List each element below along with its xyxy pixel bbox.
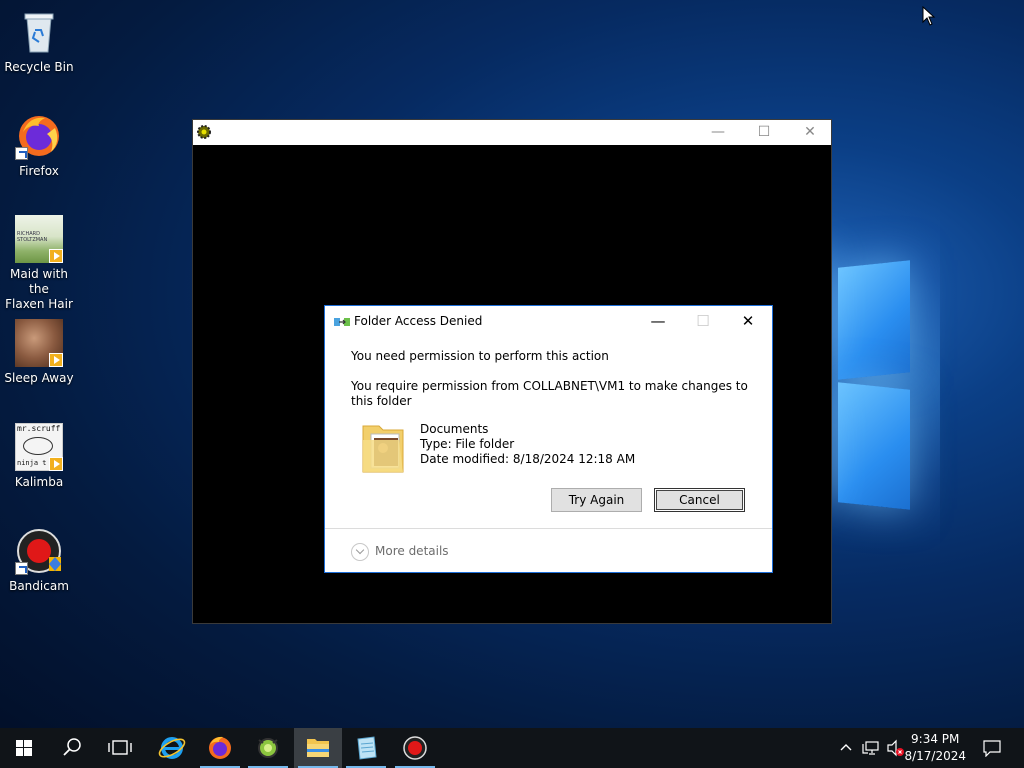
green-app-icon xyxy=(258,738,278,758)
folder-icon xyxy=(361,418,405,476)
file-move-icon xyxy=(334,316,350,328)
desktop-icon-recycle-bin[interactable]: Recycle Bin xyxy=(0,8,78,75)
start-button[interactable] xyxy=(0,728,48,768)
dialog-minimize-button[interactable]: — xyxy=(636,308,680,334)
taskbar-firefox[interactable] xyxy=(196,728,244,768)
task-view-icon xyxy=(108,740,132,755)
desktop-icon-label: Recycle Bin xyxy=(4,60,74,74)
taskbar-bandicam[interactable] xyxy=(391,728,439,768)
search-icon xyxy=(63,738,81,756)
desktop-icon-firefox[interactable]: Firefox xyxy=(0,112,78,179)
minimize-button[interactable]: — xyxy=(695,120,741,145)
task-view-button[interactable] xyxy=(96,728,144,768)
dialog-title: Folder Access Denied xyxy=(354,314,483,328)
taskbar: 9:34 PM 8/17/2024 xyxy=(0,728,1024,768)
folder-access-denied-dialog[interactable]: Folder Access Denied — ☐ ✕ You need perm… xyxy=(324,305,773,573)
taskbar-notepad-app[interactable] xyxy=(342,728,390,768)
maximize-button[interactable]: ☐ xyxy=(741,120,787,145)
mouse-cursor-icon xyxy=(922,5,936,29)
search-button[interactable] xyxy=(48,728,96,768)
dialog-footer: More details xyxy=(325,528,772,573)
taskbar-internet-explorer[interactable] xyxy=(148,728,196,768)
try-again-button[interactable]: Try Again xyxy=(551,488,642,512)
taskbar-file-explorer[interactable] xyxy=(294,728,342,768)
taskbar-clock[interactable]: 9:34 PM 8/17/2024 xyxy=(904,731,966,765)
more-details-link[interactable]: More details xyxy=(375,544,449,558)
album-art-text: mr.scruff xyxy=(17,424,61,433)
bandicam-icon xyxy=(15,527,63,575)
volume-muted-icon[interactable] xyxy=(886,739,906,760)
desktop-icon-label: Maid with the Flaxen Hair xyxy=(5,267,73,311)
desktop-icon-bandicam[interactable]: Bandicam xyxy=(0,527,78,594)
desktop-icon-label: Firefox xyxy=(19,164,59,178)
audio-file-icon: mr.scruff ninja t xyxy=(15,423,63,471)
cancel-button[interactable]: Cancel xyxy=(654,488,745,512)
album-art-text: ninja t xyxy=(17,459,47,467)
file-info: Documents Type: File folder Date modifie… xyxy=(420,422,635,467)
clock-time: 9:34 PM xyxy=(911,732,960,746)
internet-explorer-icon xyxy=(158,737,186,759)
desktop-icon-kalimba[interactable]: mr.scruff ninja t Kalimba xyxy=(0,423,78,490)
dialog-heading: You need permission to perform this acti… xyxy=(351,349,609,363)
network-icon[interactable] xyxy=(862,740,880,759)
desktop-icon-label: Kalimba xyxy=(14,475,64,489)
file-type: Type: File folder xyxy=(420,437,515,451)
desktop-icon-sleep-away[interactable]: Sleep Away xyxy=(0,319,78,386)
firefox-icon xyxy=(15,112,63,160)
file-name: Documents xyxy=(420,422,489,436)
gear-icon xyxy=(196,124,212,140)
firefox-icon xyxy=(209,736,231,759)
file-date-modified: Date modified: 8/18/2024 12:18 AM xyxy=(420,452,636,466)
windows-icon xyxy=(16,740,32,756)
close-button[interactable]: ✕ xyxy=(787,120,833,145)
app-window-titlebar[interactable]: — ☐ ✕ xyxy=(193,120,831,145)
folder-icon xyxy=(307,739,329,757)
taskbar-green-app[interactable] xyxy=(244,728,292,768)
dialog-titlebar[interactable]: Folder Access Denied — ☐ ✕ xyxy=(325,306,772,336)
dialog-maximize-button: ☐ xyxy=(696,312,710,330)
audio-file-icon: RICHARD STOLTZMAN xyxy=(15,215,63,263)
notepad-icon xyxy=(357,736,377,760)
desktop-icon-label: Sleep Away xyxy=(4,371,74,385)
dialog-close-button[interactable]: ✕ xyxy=(726,308,770,334)
chevron-up-icon[interactable] xyxy=(838,740,854,759)
action-center-icon[interactable] xyxy=(982,739,1002,760)
bandicam-icon xyxy=(403,736,427,760)
clock-date: 8/17/2024 xyxy=(904,749,966,763)
desktop-icon-label: Bandicam xyxy=(9,579,69,593)
recycle-bin-icon xyxy=(15,8,63,56)
dialog-message: You require permission from COLLABNET\VM… xyxy=(351,379,748,408)
audio-file-icon xyxy=(15,319,63,367)
album-art-text: RICHARD STOLTZMAN xyxy=(17,231,48,243)
chevron-down-icon[interactable] xyxy=(351,543,369,561)
desktop-icon-maid-with-the-flaxen-hair[interactable]: RICHARD STOLTZMAN Maid with the Flaxen H… xyxy=(0,215,78,312)
